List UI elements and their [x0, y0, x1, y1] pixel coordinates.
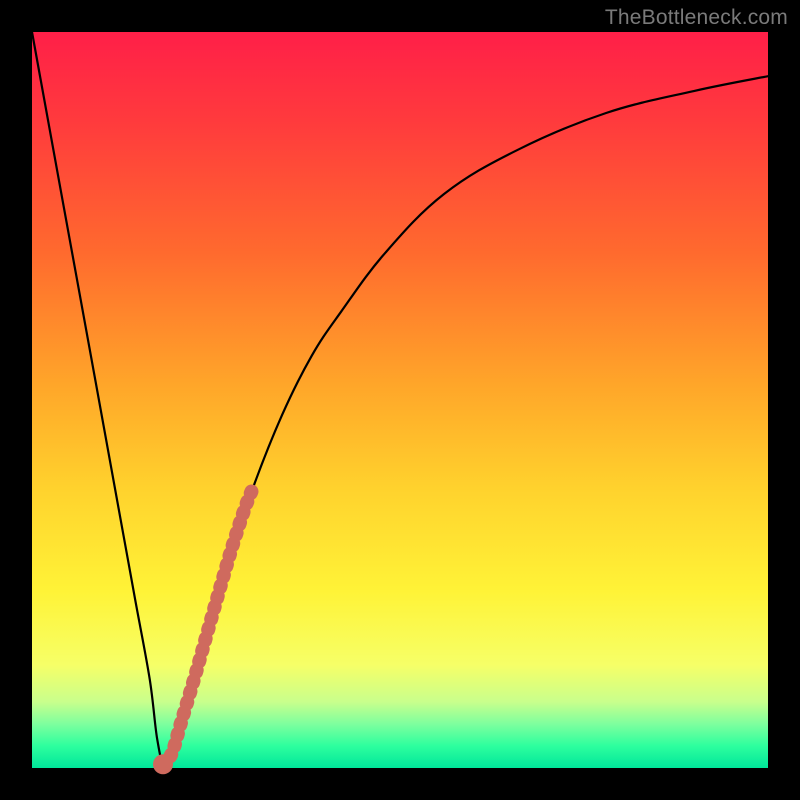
chart-svg [32, 32, 768, 768]
chart-frame: TheBottleneck.com [0, 0, 800, 800]
bottleneck-curve [32, 32, 768, 769]
accent-dash [153, 488, 253, 774]
plot-area [32, 32, 768, 768]
watermark-text: TheBottleneck.com [605, 6, 788, 30]
